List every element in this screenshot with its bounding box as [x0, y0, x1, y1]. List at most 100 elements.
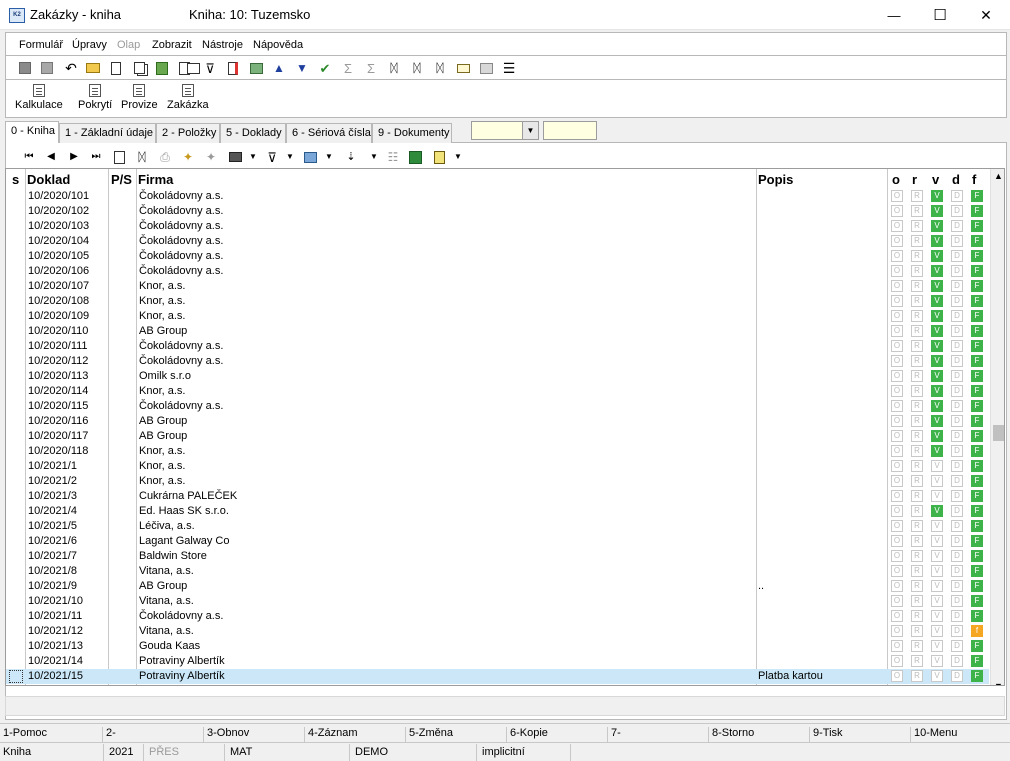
menu-icon[interactable]: ☰ — [501, 60, 517, 76]
find-icon[interactable]: ᛞ — [134, 149, 150, 165]
fkey-5[interactable]: 5-Změna — [406, 727, 507, 743]
table-row[interactable]: 10/2020/105 Čokoládovny a.s. O R V D F — [6, 249, 989, 264]
table-row[interactable]: 10/2021/14 Potraviny Albertík O R V D F — [6, 654, 989, 669]
book-icon[interactable] — [185, 60, 201, 76]
menu-upravy[interactable]: Úpravy — [72, 39, 107, 51]
fkey-10[interactable]: 10-Menu — [911, 727, 1010, 743]
new-document-icon[interactable] — [108, 60, 124, 76]
table-row[interactable]: 10/2021/9 AB Group.. O R V D F — [6, 579, 989, 594]
table-row[interactable]: 10/2020/114 Knor, a.s. O R V D F — [6, 384, 989, 399]
filter-icon[interactable]: ⊽ — [264, 149, 280, 165]
save-all-icon[interactable] — [39, 60, 55, 76]
fkey-7[interactable]: 7- — [608, 727, 709, 743]
print-icon[interactable]: ⎙ — [157, 149, 173, 165]
remove-star-icon[interactable]: ✦ — [203, 149, 219, 165]
column-header-s[interactable]: s — [12, 172, 19, 187]
table-row[interactable]: 10/2021/5 Léčiva, a.s. O R V D F — [6, 519, 989, 534]
fkey-4[interactable]: 4-Záznam — [305, 727, 406, 743]
arrow-down-icon[interactable]: ▼ — [294, 60, 310, 76]
copy-document-icon[interactable] — [131, 60, 147, 76]
table-row[interactable]: 10/2020/103 Čokoládovny a.s. O R V D F — [6, 219, 989, 234]
column-header-r[interactable]: r — [912, 172, 917, 187]
open-folder-icon[interactable] — [85, 60, 101, 76]
next-record-icon[interactable]: ▶ — [66, 149, 82, 165]
table-row[interactable]: 10/2021/4 Ed. Haas SK s.r.o. O R V D F — [6, 504, 989, 519]
table-row[interactable]: 10/2021/1 Knor, a.s. O R V D F — [6, 459, 989, 474]
chevron-down-icon[interactable]: ▼ — [282, 149, 298, 165]
table-row[interactable]: 10/2020/111 Čokoládovny a.s. O R V D F — [6, 339, 989, 354]
table-row[interactable]: 10/2021/11 Čokoládovny a.s. O R V D F — [6, 609, 989, 624]
table-row[interactable]: 10/2021/2 Knor, a.s. O R V D F — [6, 474, 989, 489]
column-header-f[interactable]: f — [972, 172, 976, 187]
delete-filter-icon[interactable] — [225, 60, 241, 76]
sigma-icon[interactable]: Σ — [340, 60, 356, 76]
table-row[interactable]: 10/2021/13 Gouda Kaas O R V D F — [6, 639, 989, 654]
table-row[interactable]: 10/2021/15 Potraviny Albertík Platba karto… — [6, 669, 989, 684]
fkey-3[interactable]: 3-Obnov — [204, 727, 305, 743]
chevron-down-icon[interactable]: ▼ — [450, 149, 466, 165]
first-record-icon[interactable]: ⏮ — [21, 149, 37, 165]
table-row[interactable]: 10/2021/10 Vitana, a.s. O R V D F — [6, 594, 989, 609]
table-row[interactable]: 10/2020/107 Knor, a.s. O R V D F — [6, 279, 989, 294]
scroll-up-icon[interactable]: ▲ — [991, 171, 1004, 185]
table-row[interactable]: 10/2021/8 Vitana, a.s. O R V D F — [6, 564, 989, 579]
excel-icon[interactable] — [407, 149, 423, 165]
filter-field[interactable] — [543, 121, 597, 140]
table-row[interactable]: 10/2020/106 Čokoládovny a.s. O R V D F — [6, 264, 989, 279]
table-row[interactable]: 10/2021/6 Lagant Galway Co O R V D F — [6, 534, 989, 549]
camera-icon[interactable] — [227, 149, 243, 165]
columns-icon[interactable] — [431, 149, 447, 165]
row-selector[interactable] — [9, 670, 23, 683]
menu-napoveda[interactable]: Nápověda — [253, 39, 303, 51]
arrow-up-icon[interactable]: ▲ — [271, 60, 287, 76]
fkey-2[interactable]: 2- — [103, 727, 204, 743]
tab-polozky[interactable]: 2 - Položky — [156, 123, 220, 143]
fkey-6[interactable]: 6-Kopie — [507, 727, 608, 743]
export-icon[interactable] — [302, 149, 318, 165]
table-row[interactable]: 10/2020/118 Knor, a.s. O R V D F — [6, 444, 989, 459]
tab-dokumenty[interactable]: 9 - Dokumenty — [372, 123, 452, 143]
table-row[interactable]: 10/2020/116 AB Group O R V D F — [6, 414, 989, 429]
mail-icon[interactable] — [455, 60, 471, 76]
table-row[interactable]: 10/2020/108 Knor, a.s. O R V D F — [6, 294, 989, 309]
filter-icon[interactable]: ⊽ — [202, 60, 218, 76]
tab-zakladni-udaje[interactable]: 1 - Základní údaje — [59, 123, 156, 143]
vertical-scrollbar[interactable]: ▲ ▼ — [990, 169, 1004, 685]
undo-icon[interactable]: ↶ — [63, 60, 79, 76]
kalkulace-button[interactable]: Kalkulace — [15, 84, 63, 111]
list-icon[interactable]: ☷ — [385, 149, 401, 165]
table-row[interactable]: 10/2020/109 Knor, a.s. O R V D F — [6, 309, 989, 324]
table-row[interactable]: 10/2020/102 Čokoládovny a.s. O R V D F — [6, 204, 989, 219]
fkey-9[interactable]: 9-Tisk — [810, 727, 911, 743]
menu-zobrazit[interactable]: Zobrazit — [152, 39, 192, 51]
table-row[interactable]: 10/2021/7 Baldwin Store O R V D F — [6, 549, 989, 564]
sigma-off-icon[interactable]: Σ — [363, 60, 379, 76]
close-button[interactable]: ✕ — [963, 0, 1009, 30]
table-row[interactable]: 10/2020/112 Čokoládovny a.s. O R V D F — [6, 354, 989, 369]
fkey-8[interactable]: 8-Storno — [709, 727, 810, 743]
scroll-thumb[interactable] — [993, 425, 1004, 441]
menu-nastroje[interactable]: Nástroje — [202, 39, 243, 51]
refresh-icon[interactable] — [111, 149, 127, 165]
provize-button[interactable]: Provize — [121, 84, 158, 111]
scroll-down-icon[interactable]: ▼ — [991, 681, 1004, 685]
table-row[interactable]: 10/2021/12 Vitana, a.s. O R V Df — [6, 624, 989, 639]
table-row[interactable]: 10/2020/104 Čokoládovny a.s. O R V D F — [6, 234, 989, 249]
pokryti-button[interactable]: Pokrytí — [78, 84, 112, 111]
table-row[interactable]: 10/2020/110 AB Group O R V D F — [6, 324, 989, 339]
column-header-popis[interactable]: Popis — [758, 172, 793, 187]
check-icon[interactable]: ✔ — [317, 60, 333, 76]
maximize-button[interactable]: ☐ — [917, 0, 963, 30]
chevron-down-icon[interactable]: ▼ — [321, 149, 337, 165]
table-row[interactable]: 10/2021/3 Cukrárna PALEČEK O R V D F — [6, 489, 989, 504]
column-header-ps[interactable]: P/S — [111, 172, 132, 187]
menu-formular[interactable]: Formulář — [19, 39, 63, 51]
column-header-d[interactable]: d — [952, 172, 960, 187]
fkey-1[interactable]: 1-Pomoc — [0, 727, 103, 743]
table-row[interactable]: 10/2020/115 Čokoládovny a.s. O R V D F — [6, 399, 989, 414]
tab-kniha[interactable]: 0 - Kniha — [5, 121, 59, 143]
books-icon[interactable] — [248, 60, 264, 76]
binoculars-next-icon[interactable]: ᛞ — [409, 60, 425, 76]
column-header-o[interactable]: o — [892, 172, 900, 187]
binoculars-prev-icon[interactable]: ᛞ — [432, 60, 448, 76]
